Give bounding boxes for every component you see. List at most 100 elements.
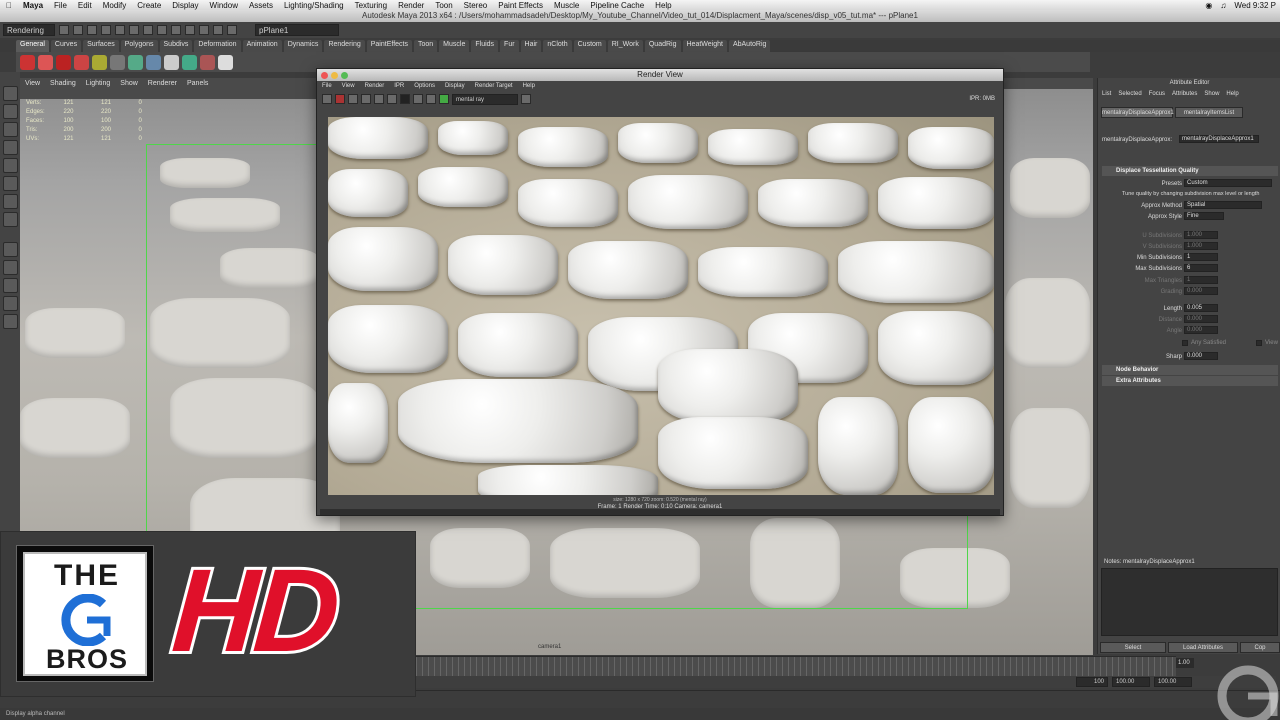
- manipulator-icon[interactable]: [2, 194, 18, 209]
- angle-field[interactable]: 0.000: [1184, 326, 1218, 334]
- approx-style-dropdown[interactable]: Fine: [1184, 212, 1224, 220]
- menu-file[interactable]: File: [54, 1, 67, 10]
- rv-menu-options[interactable]: Options: [414, 81, 435, 91]
- u-subdivisions-field[interactable]: 1.000: [1184, 231, 1218, 239]
- layout-hypershade-icon[interactable]: [2, 296, 18, 311]
- layout-single-icon[interactable]: [2, 242, 18, 257]
- shelf-tab-rendering[interactable]: Rendering: [324, 40, 365, 52]
- rv-menu-view[interactable]: View: [342, 81, 355, 91]
- ae-menu-help[interactable]: Help: [1226, 89, 1238, 99]
- render-settings-icon[interactable]: [227, 25, 237, 35]
- shelf-tab-muscle[interactable]: Muscle: [439, 40, 470, 52]
- shelf-cylinder-icon[interactable]: [56, 54, 71, 70]
- shelf-tab-polygons[interactable]: Polygons: [120, 40, 158, 52]
- rv-menu-display[interactable]: Display: [445, 81, 465, 91]
- ae-menu-selected[interactable]: Selected: [1118, 89, 1141, 99]
- length-field[interactable]: 0.005: [1184, 304, 1218, 312]
- shelf-cone-icon[interactable]: [74, 54, 89, 70]
- range-start-field[interactable]: 100: [1076, 677, 1108, 687]
- sharp-field[interactable]: 0.000: [1184, 352, 1218, 360]
- vp-menu-renderer[interactable]: Renderer: [148, 78, 177, 89]
- shelf-tab-general[interactable]: General: [16, 40, 49, 52]
- range-end-field[interactable]: 100.00: [1112, 677, 1150, 687]
- real-size-icon[interactable]: [413, 94, 423, 104]
- new-scene-icon[interactable]: [59, 25, 69, 35]
- menu-muscle[interactable]: Muscle: [554, 1, 579, 10]
- menu-window[interactable]: Window: [210, 1, 238, 10]
- ae-tab-displace[interactable]: mentalrayDisplaceApprox1: [1101, 107, 1174, 118]
- clock[interactable]: Wed 9:32 P: [1234, 1, 1276, 10]
- shelf-tab-hair[interactable]: Hair: [520, 40, 542, 52]
- lasso-tool-icon[interactable]: [2, 104, 18, 119]
- renderer-dropdown[interactable]: mental ray: [452, 93, 518, 105]
- ae-menu-show[interactable]: Show: [1204, 89, 1219, 99]
- shelf-tab-toon[interactable]: Toon: [413, 40, 438, 52]
- menu-stereo[interactable]: Stereo: [464, 1, 488, 10]
- keep-image-icon[interactable]: [426, 94, 436, 104]
- shelf-tool-icon[interactable]: [218, 54, 233, 70]
- approx-method-dropdown[interactable]: Spatial: [1184, 201, 1262, 209]
- menu-assets[interactable]: Assets: [249, 1, 273, 10]
- render-region-icon[interactable]: [361, 94, 371, 104]
- menu-texturing[interactable]: Texturing: [355, 1, 387, 10]
- paint-select-icon[interactable]: [2, 122, 18, 137]
- history-icon[interactable]: [185, 25, 195, 35]
- ae-menu-focus[interactable]: Focus: [1149, 89, 1165, 99]
- shelf-tab-dynamics[interactable]: Dynamics: [283, 40, 323, 52]
- volume-icon[interactable]: ♫: [1220, 1, 1226, 10]
- ae-tab-itemslist[interactable]: mentalrayItemsList: [1175, 107, 1243, 118]
- close-icon[interactable]: [321, 72, 328, 79]
- scale-tool-icon[interactable]: [2, 176, 18, 191]
- copy-tab-button[interactable]: Cop: [1240, 642, 1280, 653]
- rgb-channels-icon[interactable]: [387, 94, 397, 104]
- layout-four-icon[interactable]: [2, 260, 18, 275]
- select-hierarchy-icon[interactable]: [101, 25, 111, 35]
- snap-curve-icon[interactable]: [157, 25, 167, 35]
- section-tessellation-quality[interactable]: Displace Tessellation Quality: [1102, 166, 1278, 176]
- shelf-render-icon[interactable]: [182, 54, 197, 70]
- shelf-light-icon[interactable]: [128, 54, 143, 70]
- grading-field[interactable]: 0.000: [1184, 287, 1218, 295]
- section-extra-attributes[interactable]: Extra Attributes: [1102, 376, 1278, 386]
- shelf-tab-painteffects[interactable]: PaintEffects: [366, 40, 412, 52]
- vp-menu-view[interactable]: View: [25, 78, 40, 89]
- minimize-icon[interactable]: [331, 72, 338, 79]
- shelf-material-icon[interactable]: [164, 54, 179, 70]
- view-dependent-checkbox[interactable]: [1256, 340, 1262, 346]
- snapshot-icon[interactable]: [374, 94, 384, 104]
- shelf-script-icon[interactable]: [200, 54, 215, 70]
- last-tool-icon[interactable]: [2, 212, 18, 227]
- shelf-tab-ri-work[interactable]: RI_Work: [607, 40, 643, 52]
- menu-create[interactable]: Create: [137, 1, 161, 10]
- refresh-icon[interactable]: [348, 94, 358, 104]
- shelf-torus-icon[interactable]: [110, 54, 125, 70]
- rotate-tool-icon[interactable]: [2, 158, 18, 173]
- shelf-tab-quadrig[interactable]: QuadRig: [644, 40, 681, 52]
- render-view-scrollbar[interactable]: [320, 509, 1000, 515]
- menu-app[interactable]: Maya: [23, 1, 43, 10]
- shelf-tab-deformation[interactable]: Deformation: [194, 40, 241, 52]
- apple-icon[interactable]: : [6, 1, 12, 10]
- render-frame-icon[interactable]: [199, 25, 209, 35]
- save-scene-icon[interactable]: [87, 25, 97, 35]
- layout-persp-outliner-icon[interactable]: [2, 278, 18, 293]
- open-scene-icon[interactable]: [73, 25, 83, 35]
- wifi-icon[interactable]: ◉: [1205, 1, 1212, 10]
- shelf-tab-ncloth[interactable]: nCloth: [543, 40, 572, 52]
- load-attributes-button[interactable]: Load Attributes: [1168, 642, 1238, 653]
- select-tool-icon[interactable]: [2, 86, 18, 101]
- select-button[interactable]: Select: [1100, 642, 1166, 653]
- viewport-toolbar[interactable]: [20, 89, 320, 99]
- alpha-channel-icon[interactable]: [400, 94, 410, 104]
- v-subdivisions-field[interactable]: 1.000: [1184, 242, 1218, 250]
- menu-render[interactable]: Render: [398, 1, 424, 10]
- shelf-tab-heatweight[interactable]: HeatWeight: [682, 40, 727, 52]
- max-subdivisions-field[interactable]: 6: [1184, 264, 1218, 272]
- shelf-tab-surfaces[interactable]: Surfaces: [83, 40, 119, 52]
- menu-set-dropdown[interactable]: Rendering: [3, 24, 55, 36]
- shelf-sphere-icon[interactable]: [20, 54, 35, 70]
- render-settings-icon[interactable]: [521, 94, 531, 104]
- ipr-render-icon[interactable]: [213, 25, 223, 35]
- ae-node-field[interactable]: mentalrayDisplaceApprox1: [1179, 135, 1259, 143]
- shelf-camera-icon[interactable]: [146, 54, 161, 70]
